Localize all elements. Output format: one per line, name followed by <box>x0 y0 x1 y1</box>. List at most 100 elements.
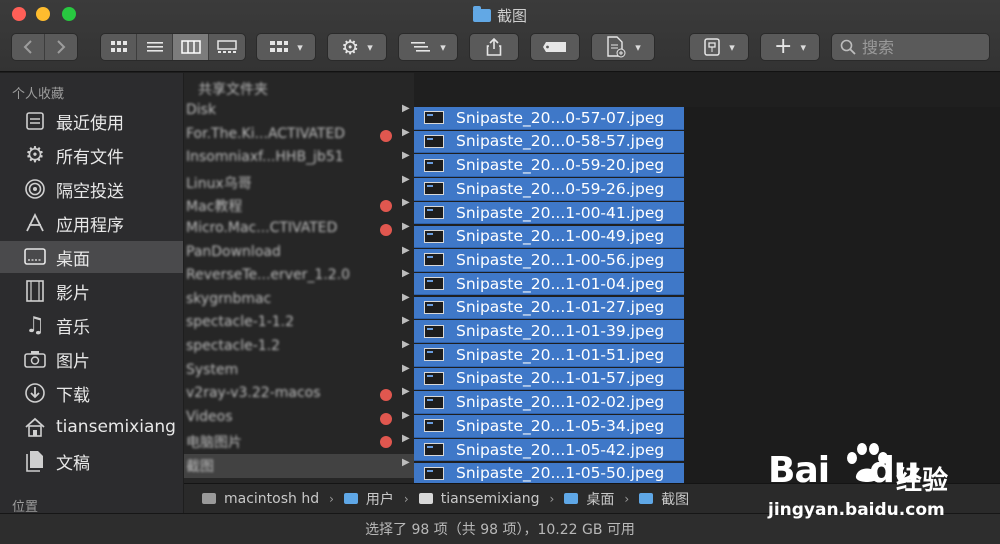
file-row[interactable]: Snipaste_20...1-05-42.jpeg <box>414 438 684 462</box>
sidebar-item-downloads[interactable]: 下载 <box>0 377 183 409</box>
camera-icon <box>24 348 46 370</box>
path-item[interactable]: 截图 <box>639 489 689 509</box>
file-name: Snipaste_20...0-57-07.jpeg <box>456 108 665 127</box>
folder-row[interactable]: v2ray-v3.22-macos ▶ <box>184 383 414 407</box>
gallery-view-button[interactable] <box>209 34 245 60</box>
file-row[interactable]: Snipaste_20...0-59-26.jpeg <box>414 178 684 201</box>
sidebar-item-home[interactable]: tiansemixiang <box>0 411 183 443</box>
folder-row[interactable]: Videos ▶ <box>184 407 414 431</box>
image-thumbnail-icon <box>424 182 444 196</box>
image-thumbnail-icon <box>424 253 444 267</box>
folder-row[interactable]: 电脑图片 ▶ <box>184 430 414 454</box>
icon-view-button[interactable] <box>101 34 137 60</box>
sidebar-item-documents[interactable]: 文稿 <box>0 445 183 477</box>
folder-row[interactable]: Linux乌哥 ▶ <box>184 171 414 195</box>
folder-row-label: ReverseTe...erver_1.2.0 <box>186 267 351 284</box>
watermark-url: jingyan.baidu.com <box>768 500 945 520</box>
folder-row-label: PanDownload <box>186 243 281 260</box>
search-box[interactable] <box>831 33 990 61</box>
folder-row[interactable]: System ▶ <box>184 360 414 384</box>
file-row[interactable]: Snipaste_20...0-59-20.jpeg <box>414 154 684 177</box>
sidebar-item-recents[interactable]: 最近使用 <box>0 105 183 137</box>
folder-row-label: Micro.Mac...CTIVATED <box>186 220 338 236</box>
red-tag-icon <box>380 436 392 449</box>
file-row[interactable]: Snipaste_20...0-57-07.jpeg <box>414 107 684 130</box>
folder-row-label: For.The.Ki...ACTIVATED <box>186 125 346 142</box>
search-icon <box>840 39 856 55</box>
path-item-label: 截图 <box>661 491 690 508</box>
search-input[interactable] <box>862 37 982 57</box>
archive-icon <box>704 38 720 56</box>
file-row[interactable]: Snipaste_20...1-01-51.jpeg <box>414 344 684 367</box>
column-preview <box>684 107 1000 483</box>
file-row[interactable]: Snipaste_20...0-58-57.jpeg <box>414 130 684 154</box>
file-row[interactable]: Snipaste_20...1-00-56.jpeg <box>414 249 684 272</box>
folder-row[interactable]: Mac教程 ▶ <box>184 194 414 218</box>
file-row[interactable]: Snipaste_20...1-05-50.jpeg <box>414 462 684 483</box>
folder-icon <box>564 493 579 504</box>
chevron-down-icon: ▾ <box>800 40 806 54</box>
folder-row[interactable]: PanDownload ▶ <box>184 242 414 266</box>
column-browser: 共享文件夹 Disk ▶ For.The.Ki...ACTIVATED ▶ Insomn… <box>184 73 1000 483</box>
sidebar-item-all-files[interactable]: ⚙ 所有文件 <box>0 139 183 171</box>
path-item[interactable]: tiansemixiang <box>418 491 540 507</box>
path-item[interactable]: 桌面 <box>564 489 614 509</box>
chevron-down-icon: ▾ <box>367 40 373 54</box>
gear-icon: ⚙ <box>341 35 360 59</box>
disclosure-arrow-icon: ▶ <box>402 126 410 138</box>
archive-button[interactable]: ▾ <box>689 33 749 61</box>
back-button[interactable] <box>12 34 45 60</box>
new-file-button[interactable]: ▾ <box>591 33 655 61</box>
group-button[interactable]: ▾ <box>256 33 316 61</box>
folder-row[interactable]: spectacle-1.2 ▶ <box>184 336 414 360</box>
share-button[interactable] <box>469 33 519 61</box>
column-files: Snipaste_20...0-57-07.jpeg Snipaste_20...… <box>414 107 684 483</box>
disclosure-arrow-icon: ▶ <box>402 150 410 162</box>
image-thumbnail-icon <box>424 158 444 172</box>
folder-row[interactable]: skygrnbmac ▶ <box>184 289 414 313</box>
image-thumbnail-icon <box>424 419 444 433</box>
music-note-icon: ♫ <box>25 312 45 338</box>
folder-row[interactable]: spectacle-1-1.2 ▶ <box>184 312 414 336</box>
add-button[interactable]: + ▾ <box>760 33 820 61</box>
folder-icon <box>343 493 358 504</box>
sidebar-item-music[interactable]: ♫ 音乐 <box>0 309 183 341</box>
folder-row[interactable]: Disk ▶ <box>184 100 414 124</box>
path-item[interactable]: 用户 <box>343 489 394 509</box>
path-item-label: 用户 <box>365 491 394 508</box>
file-row[interactable]: Snipaste_20...1-00-41.jpeg <box>414 201 684 225</box>
forward-button[interactable] <box>45 34 78 60</box>
image-thumbnail-icon <box>424 277 444 291</box>
folder-row-label: v2ray-v3.22-macos <box>186 385 321 402</box>
tag-button[interactable] <box>530 33 580 61</box>
sidebar-item-label: 下载 <box>56 385 90 406</box>
airdrop-icon <box>24 178 46 200</box>
file-row[interactable]: Snipaste_20...1-01-04.jpeg <box>414 272 684 296</box>
file-row[interactable]: Snipaste_20...1-01-27.jpeg <box>414 296 684 320</box>
folder-row[interactable]: ReverseTe...erver_1.2.0 ▶ <box>184 265 414 289</box>
folder-row[interactable]: Insomniaxf...HHB_jb51 ▶ <box>184 147 414 171</box>
sidebar-item-desktop[interactable]: 桌面 <box>0 241 183 273</box>
arrange-button[interactable]: ▾ <box>398 33 458 61</box>
folder-row[interactable]: For.The.Ki...ACTIVATED ▶ <box>184 124 414 148</box>
home-icon <box>24 416 46 438</box>
column-view-button[interactable] <box>173 34 209 60</box>
image-thumbnail-icon <box>424 229 444 243</box>
chevron-right-icon: › <box>549 491 555 506</box>
path-item[interactable]: macintosh hd <box>202 491 319 507</box>
folder-row[interactable]: 截图 ▶ <box>184 454 414 478</box>
file-row[interactable]: Snipaste_20...1-00-49.jpeg <box>414 225 684 249</box>
sidebar-item-label: 所有文件 <box>56 147 124 168</box>
action-button[interactable]: ⚙ ▾ <box>327 33 387 61</box>
path-item-label: macintosh hd <box>224 490 320 507</box>
sidebar-item-movies[interactable]: 影片 <box>0 275 183 307</box>
sidebar-item-airdrop[interactable]: 隔空投送 <box>0 173 183 205</box>
file-row[interactable]: Snipaste_20...1-01-39.jpeg <box>414 320 684 343</box>
file-row[interactable]: Snipaste_20...1-05-34.jpeg <box>414 415 684 438</box>
file-row[interactable]: Snipaste_20...1-02-02.jpeg <box>414 391 684 414</box>
sidebar-item-pictures[interactable]: 图片 <box>0 343 183 375</box>
file-row[interactable]: Snipaste_20...1-01-57.jpeg <box>414 367 684 391</box>
sidebar-item-applications[interactable]: 应用程序 <box>0 207 183 239</box>
folder-row[interactable]: Micro.Mac...CTIVATED ▶ <box>184 218 414 242</box>
list-view-button[interactable] <box>137 34 173 60</box>
